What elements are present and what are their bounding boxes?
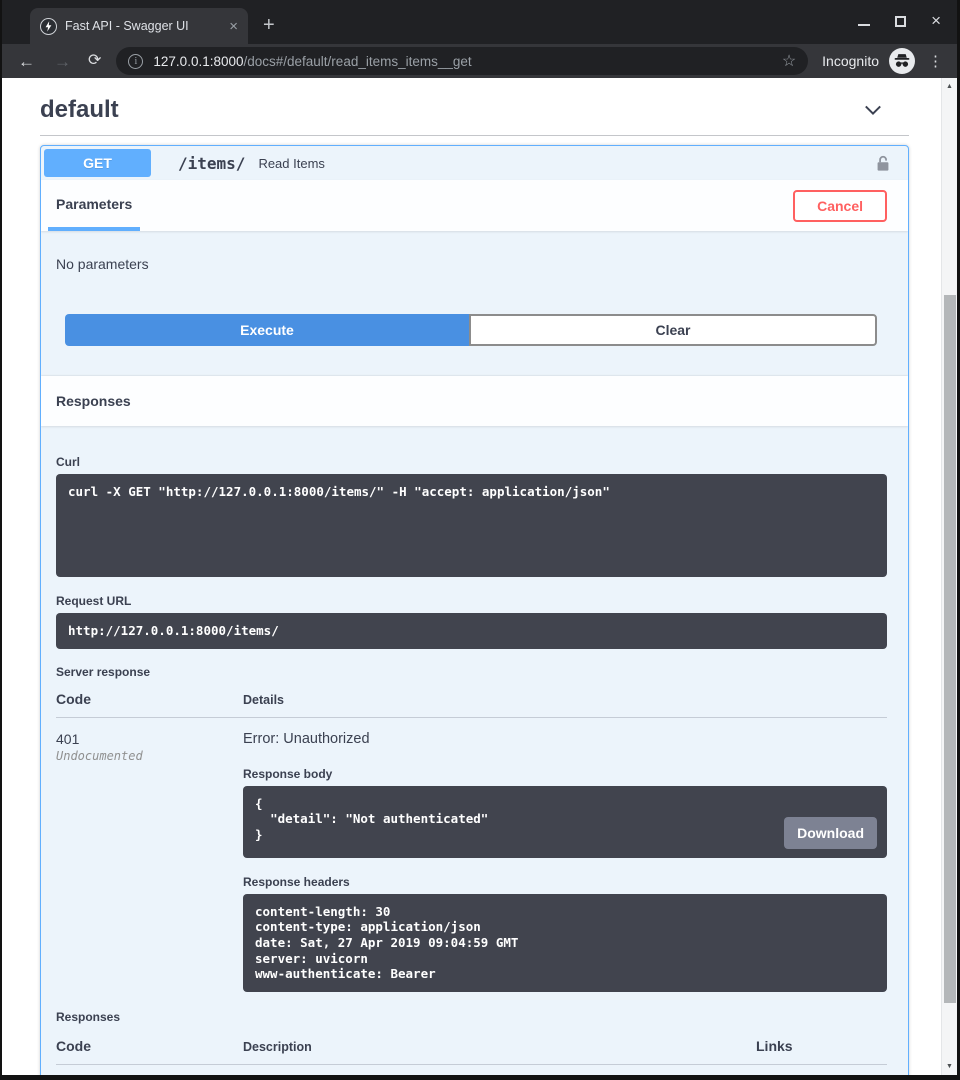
response-body-block: { "detail": "Not authenticated" } Downloa…	[243, 786, 887, 858]
url-path: /docs#/default/read_items_items__get	[244, 54, 472, 69]
browser-titlebar: Fast API - Swagger UI × + ×	[2, 0, 957, 44]
browser-tab[interactable]: Fast API - Swagger UI ×	[30, 8, 248, 44]
parameters-header: Parameters Cancel	[41, 180, 908, 231]
response-details-cell: Error: Unauthorized Response body { "det…	[243, 731, 887, 992]
maximize-button[interactable]	[895, 16, 906, 27]
tab-parameters[interactable]: Parameters	[48, 180, 140, 231]
request-url-label: Request URL	[56, 594, 887, 608]
clear-button[interactable]: Clear	[469, 314, 877, 346]
chevron-down-icon[interactable]	[861, 98, 885, 122]
no-parameters-text: No parameters	[41, 231, 908, 272]
response-headers-label: Response headers	[243, 875, 887, 889]
scroll-up-icon[interactable]: ▲	[942, 83, 957, 90]
doc-links-column-header: Links	[756, 1038, 887, 1054]
doc-code-column-header: Code	[56, 1038, 243, 1054]
incognito-label: Incognito	[822, 53, 879, 69]
method-badge: GET	[44, 149, 151, 177]
parameters-tab-label: Parameters	[56, 196, 132, 212]
forward-icon: →	[54, 53, 71, 70]
responses-body: Curl curl -X GET "http://127.0.0.1:8000/…	[41, 426, 908, 1075]
tab-close-icon[interactable]: ×	[227, 17, 240, 36]
doc-description-column-header: Description	[243, 1040, 756, 1054]
parameters-body: No parameters Execute Clear	[41, 231, 908, 346]
tag-header[interactable]: default	[40, 96, 909, 124]
incognito-icon	[889, 48, 915, 74]
response-code-cell: 401 Undocumented	[56, 731, 243, 992]
browser-toolbar: ← → ⟳ i 127.0.0.1:8000/docs#/default/rea…	[2, 44, 957, 78]
url-bar[interactable]: i 127.0.0.1:8000/docs#/default/read_item…	[116, 47, 808, 75]
swagger-ui: default GET /items/ Read Items	[2, 78, 941, 1075]
tag-divider	[40, 135, 909, 136]
scrollbar-thumb[interactable]	[944, 295, 956, 1003]
server-response-label: Server response	[56, 665, 887, 679]
curl-command-block[interactable]: curl -X GET "http://127.0.0.1:8000/items…	[56, 474, 887, 577]
response-status-text: Error: Unauthorized	[243, 731, 887, 747]
bookmark-star-icon[interactable]: ☆	[782, 51, 796, 71]
url-text[interactable]: 127.0.0.1:8000/docs#/default/read_items_…	[153, 54, 781, 69]
window-controls: ×	[858, 11, 941, 31]
scroll-down-icon[interactable]: ▼	[942, 1063, 957, 1070]
response-code-note: Undocumented	[56, 749, 243, 763]
minimize-button[interactable]	[858, 17, 870, 26]
new-tab-button[interactable]: +	[263, 15, 275, 35]
tag-title: default	[40, 96, 119, 124]
response-code: 401	[56, 731, 243, 747]
response-body-json: { "detail": "Not authenticated" }	[255, 796, 488, 842]
responses-section-header: Responses	[41, 376, 908, 426]
page-scrollbar[interactable]: ▲ ▼	[941, 78, 957, 1075]
execute-row: Execute Clear	[65, 314, 877, 346]
curl-label: Curl	[56, 455, 887, 469]
responses-section-label: Responses	[56, 393, 131, 409]
unlocked-padlock-icon	[873, 153, 893, 174]
documented-responses-table-header: Code Description Links	[56, 1038, 887, 1065]
url-host: 127.0.0.1:8000	[153, 54, 243, 69]
response-body-label: Response body	[243, 767, 887, 781]
execute-button[interactable]: Execute	[65, 314, 469, 346]
cancel-button[interactable]: Cancel	[793, 190, 887, 222]
documented-responses-label: Responses	[56, 1010, 887, 1024]
opblock-get-items: GET /items/ Read Items Parameters Cance	[40, 145, 909, 1075]
tab-title: Fast API - Swagger UI	[65, 19, 227, 33]
operation-summary-text: Read Items	[258, 156, 324, 171]
browser-window: Fast API - Swagger UI × + × ← → ⟳ i 127.…	[0, 0, 960, 1080]
response-headers-block: content-length: 30 content-type: applica…	[243, 894, 887, 992]
download-button[interactable]: Download	[784, 817, 877, 849]
server-response-row: 401 Undocumented Error: Unauthorized Res…	[56, 718, 887, 992]
back-icon[interactable]: ←	[18, 53, 35, 70]
documented-response-row: 200 Successful Response No links	[56, 1065, 887, 1075]
browser-menu-icon[interactable]: ⋮	[928, 52, 943, 70]
details-column-header: Details	[243, 693, 887, 707]
page-area: default GET /items/ Read Items	[2, 78, 957, 1075]
window-close-button[interactable]: ×	[931, 12, 941, 29]
server-response-table-header: Code Details	[56, 691, 887, 718]
code-column-header: Code	[56, 691, 243, 707]
auth-lock-button[interactable]	[873, 153, 893, 174]
page-info-icon[interactable]: i	[128, 54, 143, 69]
fastapi-favicon-icon	[40, 18, 57, 35]
operation-summary[interactable]: GET /items/ Read Items	[41, 146, 908, 180]
request-url-block: http://127.0.0.1:8000/items/	[56, 613, 887, 649]
reload-icon[interactable]: ⟳	[88, 53, 101, 69]
operation-path: /items/	[178, 154, 245, 173]
